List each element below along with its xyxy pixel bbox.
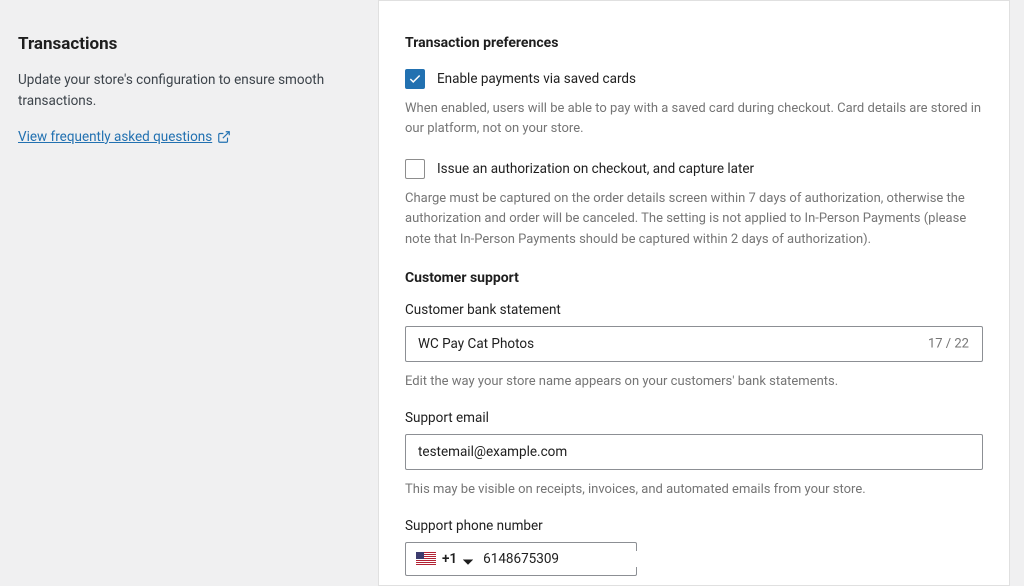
dial-code: +1 — [442, 551, 457, 567]
support-email-help: This may be visible on receipts, invoice… — [405, 480, 983, 500]
bank-statement-wrapper: 17 / 22 — [405, 326, 983, 362]
flag-us-icon — [416, 552, 436, 565]
bank-statement-label: Customer bank statement — [405, 302, 983, 318]
auth-capture-help: Charge must be captured on the order det… — [405, 189, 983, 249]
auth-capture-label: Issue an authorization on checkout, and … — [437, 161, 754, 177]
support-email-label: Support email — [405, 410, 983, 426]
bank-statement-input[interactable] — [405, 326, 983, 362]
check-icon — [408, 72, 422, 86]
saved-cards-row[interactable]: Enable payments via saved cards — [405, 69, 983, 89]
sidebar: Transactions Update your store's configu… — [0, 0, 378, 586]
country-selector[interactable]: +1 — [405, 542, 637, 576]
saved-cards-label: Enable payments via saved cards — [437, 71, 636, 87]
saved-cards-checkbox[interactable] — [405, 69, 425, 89]
sidebar-description: Update your store's configuration to ens… — [18, 70, 354, 112]
sidebar-title: Transactions — [18, 34, 354, 54]
bank-statement-help: Edit the way your store name appears on … — [405, 372, 983, 392]
external-link-icon — [217, 130, 231, 144]
settings-panel: Transaction preferences Enable payments … — [378, 0, 1010, 586]
support-email-input[interactable] — [405, 434, 983, 470]
auth-capture-row[interactable]: Issue an authorization on checkout, and … — [405, 159, 983, 179]
section-title-preferences: Transaction preferences — [405, 35, 983, 51]
support-phone-label: Support phone number — [405, 518, 983, 534]
faq-link-text: View frequently asked questions — [18, 129, 212, 145]
bank-statement-counter: 17 / 22 — [928, 336, 969, 351]
auth-capture-checkbox[interactable] — [405, 159, 425, 179]
chevron-down-icon — [463, 555, 471, 563]
saved-cards-help: When enabled, users will be able to pay … — [405, 99, 983, 139]
support-phone-row: +1 — [405, 542, 983, 576]
support-email-wrapper — [405, 434, 983, 470]
section-title-support: Customer support — [405, 270, 983, 286]
faq-link[interactable]: View frequently asked questions — [18, 129, 231, 145]
settings-container: Transactions Update your store's configu… — [0, 0, 1024, 586]
support-phone-input[interactable] — [483, 551, 660, 567]
